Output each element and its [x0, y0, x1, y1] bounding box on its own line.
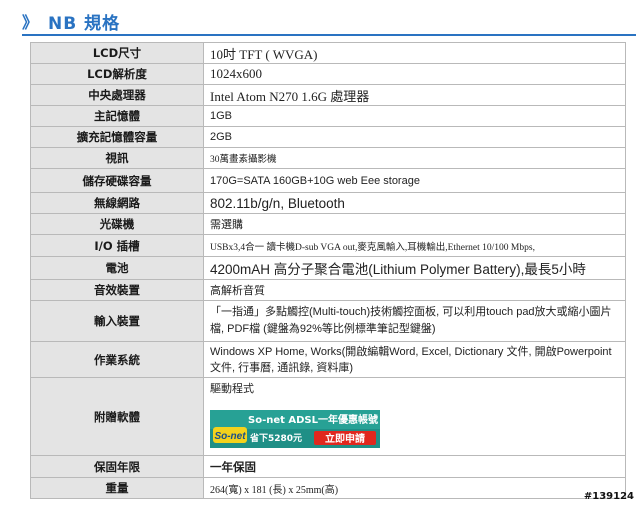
header-divider — [22, 34, 636, 36]
spec-label: 視訊 — [30, 147, 204, 169]
table-row: 電池 4200mAH 高分子聚合電池(Lithium Polymer Batte… — [30, 256, 626, 280]
table-row: LCD尺寸 10吋 TFT ( WVGA) — [30, 42, 626, 64]
ad-brand: So-net — [214, 431, 246, 442]
spec-value: 高解析音質 — [203, 279, 626, 301]
spec-value: Windows XP Home, Works(開啟編輯Word, Excel, … — [203, 341, 626, 378]
ad-save-text: 省下5280元 — [249, 432, 302, 444]
spec-label: 無線網路 — [30, 192, 204, 214]
software-cell: 驅動程式 So-net So-net ADSL一年優惠帳號 省下5280元 立即… — [203, 377, 626, 456]
table-row: LCD解析度 1024x600 — [30, 63, 626, 85]
spec-label: 光碟機 — [30, 213, 204, 235]
spec-value: 10吋 TFT ( WVGA) — [203, 42, 626, 64]
table-row: 中央處理器 Intel Atom N270 1.6G 處理器 — [30, 84, 626, 106]
spec-label: 中央處理器 — [30, 84, 204, 106]
spec-label: LCD解析度 — [30, 63, 204, 85]
ad-cta: 立即申請 — [325, 432, 365, 445]
table-row: 重量 264(寬) x 181 (長) x 25mm(高) — [30, 477, 626, 499]
spec-value: 170G=SATA 160GB+10G web Eee storage — [203, 168, 626, 193]
spec-value: 2GB — [203, 126, 626, 148]
spec-label: LCD尺寸 — [30, 42, 204, 64]
table-row: 視訊 30萬畫素攝影機 — [30, 147, 626, 169]
page-title: NB 規格 — [48, 13, 121, 34]
section-header: 》 NB 規格 — [22, 8, 120, 34]
table-row: 作業系統 Windows XP Home, Works(開啟編輯Word, Ex… — [30, 341, 626, 378]
spec-label: 附贈軟體 — [30, 377, 204, 456]
spec-label: 音效裝置 — [30, 279, 204, 301]
spec-label: 擴充記憶體容量 — [30, 126, 204, 148]
spec-label: 重量 — [30, 477, 204, 499]
table-row: 無線網路 802.11b/g/n, Bluetooth — [30, 192, 626, 214]
chevron-icon: 》 — [22, 13, 39, 32]
spec-value: USBx3,4合一 讀卡機D-sub VGA out,麥克風輸入,耳機輸出,Et… — [203, 234, 626, 257]
spec-label: I/O 插槽 — [30, 234, 204, 257]
spec-value: 802.11b/g/n, Bluetooth — [203, 192, 626, 214]
watermark-id: #139124 — [583, 491, 634, 502]
spec-label: 電池 — [30, 256, 204, 280]
ad-headline: So-net ADSL一年優惠帳號 — [248, 413, 378, 426]
spec-value: Intel Atom N270 1.6G 處理器 — [203, 84, 626, 106]
spec-value: 1024x600 — [203, 63, 626, 85]
table-row: 附贈軟體 驅動程式 So-net So-net ADSL一年優惠帳號 省下528… — [30, 377, 626, 456]
table-row: 光碟機 需選購 — [30, 213, 626, 235]
spec-label: 儲存硬碟容量 — [30, 168, 204, 193]
spec-value: 4200mAH 高分子聚合電池(Lithium Polymer Battery)… — [203, 256, 626, 280]
spec-value: 一年保固 — [203, 455, 626, 478]
spec-value: 1GB — [203, 105, 626, 127]
spec-label: 輸入裝置 — [30, 300, 204, 342]
sonet-ad-banner[interactable]: So-net So-net ADSL一年優惠帳號 省下5280元 立即申請 — [210, 410, 380, 448]
spec-value: 需選購 — [203, 213, 626, 235]
table-row: I/O 插槽 USBx3,4合一 讀卡機D-sub VGA out,麥克風輸入,… — [30, 234, 626, 257]
table-row: 音效裝置 高解析音質 — [30, 279, 626, 301]
table-row: 保固年限 一年保固 — [30, 455, 626, 478]
spec-label: 主記憶體 — [30, 105, 204, 127]
spec-label: 保固年限 — [30, 455, 204, 478]
table-row: 擴充記憶體容量 2GB — [30, 126, 626, 148]
ad-graphic: So-net So-net ADSL一年優惠帳號 省下5280元 立即申請 — [210, 410, 380, 448]
spec-value: 驅動程式 — [210, 383, 254, 395]
table-row: 儲存硬碟容量 170G=SATA 160GB+10G web Eee stora… — [30, 168, 626, 193]
spec-label: 作業系統 — [30, 341, 204, 378]
spec-value: 「一指通」多點觸控(Multi-touch)技術觸控面板, 可以利用touch … — [203, 300, 626, 342]
spec-value: 30萬畫素攝影機 — [203, 147, 626, 169]
spec-value: 264(寬) x 181 (長) x 25mm(高) — [203, 477, 626, 499]
table-row: 主記憶體 1GB — [30, 105, 626, 127]
table-row: 輸入裝置 「一指通」多點觸控(Multi-touch)技術觸控面板, 可以利用t… — [30, 300, 626, 342]
spec-table: LCD尺寸 10吋 TFT ( WVGA) LCD解析度 1024x600 中央… — [30, 42, 626, 499]
